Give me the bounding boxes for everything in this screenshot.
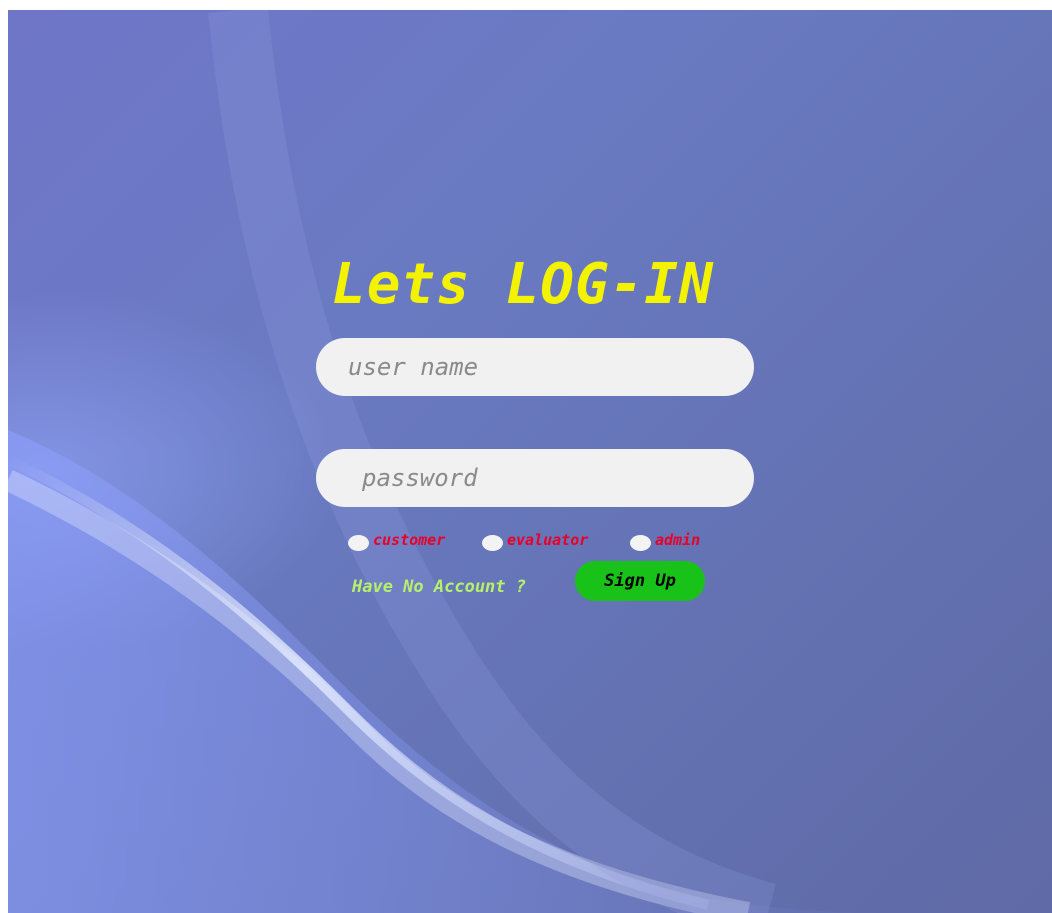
role-label-evaluator: evaluator: [507, 531, 589, 549]
username-input[interactable]: [316, 338, 754, 396]
password-input[interactable]: [316, 449, 754, 507]
admin-radio[interactable]: [630, 535, 651, 551]
sign-up-button[interactable]: Sign Up: [575, 561, 705, 601]
role-selector: customer evaluator admin: [0, 531, 1052, 551]
role-label-admin: admin: [655, 531, 701, 549]
role-option-evaluator[interactable]: evaluator: [482, 531, 588, 551]
role-label-customer: customer: [373, 531, 446, 549]
evaluator-radio[interactable]: [482, 535, 503, 551]
page: Lets LOG-IN customer evaluator admin Hav…: [0, 0, 1052, 913]
no-account-text: Have No Account ?: [352, 577, 526, 597]
role-option-admin[interactable]: admin: [630, 531, 700, 551]
page-title: Lets LOG-IN: [332, 252, 714, 317]
role-option-customer[interactable]: customer: [348, 531, 445, 551]
customer-radio[interactable]: [348, 535, 369, 551]
